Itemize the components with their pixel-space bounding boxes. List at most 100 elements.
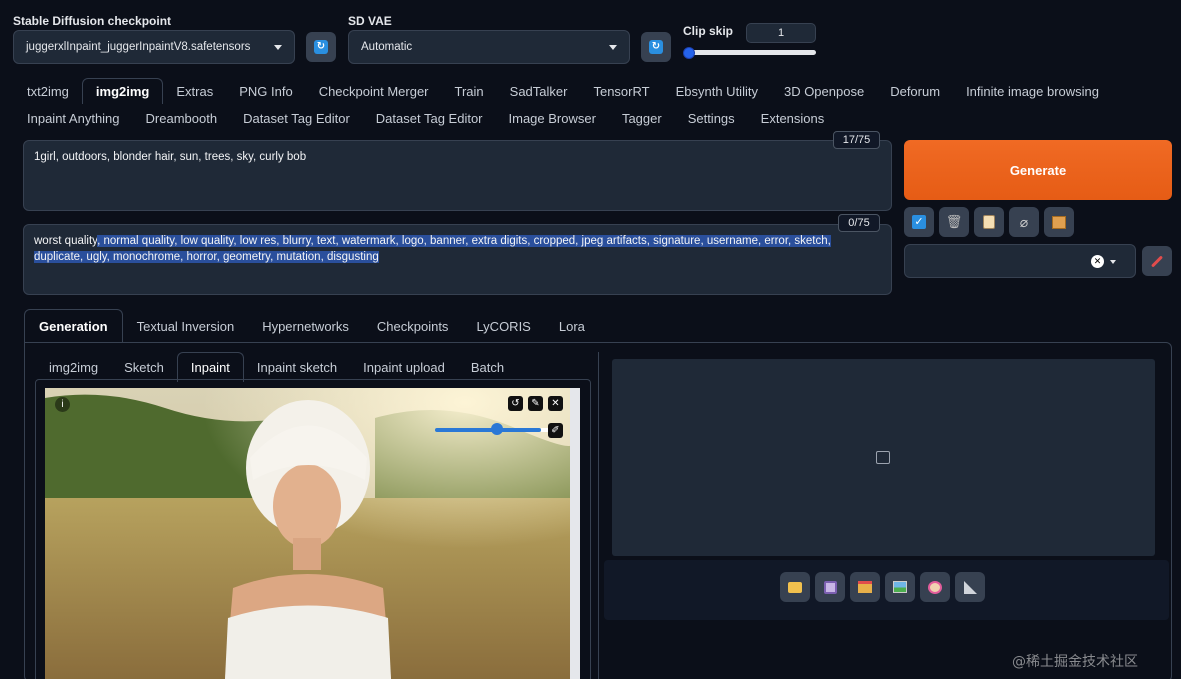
clip-skip-slider[interactable]: [685, 50, 816, 55]
clipboard-button[interactable]: [974, 207, 1004, 237]
refresh-icon: ↻: [314, 40, 328, 54]
paperclip-icon: ⌀: [1019, 213, 1029, 230]
subtab-inpaint-upload[interactable]: Inpaint upload: [350, 352, 458, 382]
refresh-icon: ↻: [649, 40, 663, 54]
tab-extensions[interactable]: Extensions: [748, 105, 838, 131]
image-icon: [893, 581, 907, 593]
tab-generation[interactable]: Generation: [24, 309, 123, 343]
tab-img2img[interactable]: img2img: [81, 78, 164, 104]
tab-png-info[interactable]: PNG Info: [226, 78, 305, 104]
image-placeholder-icon: [876, 451, 890, 464]
negative-prompt-selected-text: , normal quality, low quality, low res, …: [34, 235, 831, 263]
palette-icon: [928, 580, 942, 594]
box-icon: [1052, 215, 1066, 229]
column-divider: [598, 352, 599, 679]
send-to-img2img-button[interactable]: [885, 572, 915, 602]
tab-lycoris[interactable]: LyCORIS: [462, 309, 544, 343]
checkpoint-dropdown[interactable]: juggerxlInpaint_juggerInpaintV8.safetens…: [13, 30, 295, 64]
clipboard-icon: [983, 215, 995, 229]
ruler-icon: [963, 580, 977, 594]
vae-dropdown[interactable]: Automatic: [348, 30, 630, 64]
eraser-icon[interactable]: ✎: [528, 396, 543, 411]
prompt-text: 1girl, outdoors, blonder hair, sun, tree…: [34, 151, 307, 163]
zip-button[interactable]: [850, 572, 880, 602]
paintbrush-icon: [1150, 254, 1164, 268]
generate-button[interactable]: Generate: [904, 140, 1172, 200]
send-to-extras-button[interactable]: [955, 572, 985, 602]
checkpoint-label: Stable Diffusion checkpoint: [13, 14, 172, 28]
chevron-down-icon: [274, 44, 282, 50]
clear-icon[interactable]: ✕: [1091, 255, 1104, 268]
clip-skip-label: Clip skip: [683, 24, 734, 38]
zip-icon: [858, 581, 872, 593]
clip-skip-number[interactable]: 1: [746, 23, 816, 43]
vae-value: Automatic: [361, 41, 413, 53]
subtab-img2img[interactable]: img2img: [36, 352, 111, 382]
tab-train[interactable]: Train: [442, 78, 497, 104]
open-folder-button[interactable]: [780, 572, 810, 602]
interrupt-checkbox-button[interactable]: ✓: [904, 207, 934, 237]
canvas-scrollbar[interactable]: [570, 388, 580, 679]
tab-textual-inversion[interactable]: Textual Inversion: [123, 309, 249, 343]
checkpoint-value: juggerxlInpaint_juggerInpaintV8.safetens…: [26, 41, 251, 53]
subtab-batch[interactable]: Batch: [458, 352, 517, 382]
save-button[interactable]: [815, 572, 845, 602]
tab-checkpoints[interactable]: Checkpoints: [363, 309, 463, 343]
paperclip-button[interactable]: ⌀: [1009, 207, 1039, 237]
subtab-inpaint-sketch[interactable]: Inpaint sketch: [244, 352, 350, 382]
negative-prompt-token-counter: 0/75: [838, 214, 880, 232]
prompt-input[interactable]: 1girl, outdoors, blonder hair, sun, tree…: [23, 140, 892, 211]
box-button[interactable]: [1044, 207, 1074, 237]
image-mode-tabs: img2img Sketch Inpaint Inpaint sketch In…: [36, 352, 517, 382]
tab-infinite-image-browsing[interactable]: Infinite image browsing: [953, 78, 1112, 104]
main-tabs-row1: txt2img img2img Extras PNG Info Checkpoi…: [14, 78, 1112, 104]
vae-refresh-button[interactable]: ↻: [641, 32, 671, 62]
vae-label: SD VAE: [348, 14, 392, 28]
undo-icon[interactable]: ↺: [508, 396, 523, 411]
tab-checkpoint-merger[interactable]: Checkpoint Merger: [306, 78, 442, 104]
tab-image-browser[interactable]: Image Browser: [496, 105, 609, 131]
tab-3d-openpose[interactable]: 3D Openpose: [771, 78, 877, 104]
send-to-inpaint-button[interactable]: [920, 572, 950, 602]
checkpoint-refresh-button[interactable]: ↻: [306, 32, 336, 62]
tab-dataset-tag-editor[interactable]: Dataset Tag Editor: [230, 105, 363, 131]
trash-icon: 🗑: [945, 214, 963, 229]
trash-button[interactable]: 🗑: [939, 207, 969, 237]
folder-icon: [788, 581, 802, 593]
close-icon[interactable]: ✕: [548, 396, 563, 411]
brush-icon[interactable]: ✐: [548, 423, 563, 438]
chevron-down-icon: [609, 44, 617, 50]
watermark: @稀土掘金技术社区: [1012, 654, 1138, 670]
main-tabs-row2: Inpaint Anything Dreambooth Dataset Tag …: [14, 105, 837, 131]
tab-ebsynth-utility[interactable]: Ebsynth Utility: [663, 78, 771, 104]
tab-tensorrt[interactable]: TensorRT: [580, 78, 662, 104]
tab-settings[interactable]: Settings: [675, 105, 748, 131]
prompt-token-counter: 17/75: [833, 131, 880, 149]
subtab-inpaint[interactable]: Inpaint: [176, 352, 244, 382]
clip-skip-slider-handle[interactable]: [683, 47, 695, 59]
tab-tagger[interactable]: Tagger: [609, 105, 675, 131]
apply-style-button[interactable]: [1142, 246, 1172, 276]
output-gallery: [612, 359, 1155, 556]
brush-size-slider[interactable]: [435, 428, 541, 432]
tab-txt2img[interactable]: txt2img: [14, 78, 82, 104]
tab-dataset-tag-editor-2[interactable]: Dataset Tag Editor: [363, 105, 496, 131]
styles-select[interactable]: ✕: [904, 244, 1136, 278]
tab-hypernetworks[interactable]: Hypernetworks: [248, 309, 363, 343]
brush-size-handle[interactable]: [491, 423, 503, 435]
tab-inpaint-anything[interactable]: Inpaint Anything: [14, 105, 133, 131]
subtab-sketch[interactable]: Sketch: [111, 352, 177, 382]
chevron-down-icon: [1110, 260, 1116, 264]
save-icon: [823, 580, 837, 594]
negative-prompt-input[interactable]: worst quality, normal quality, low quali…: [23, 224, 892, 295]
tab-deforum[interactable]: Deforum: [877, 78, 953, 104]
inpaint-canvas[interactable]: i ↺ ✎ ✕ ✐: [45, 388, 580, 679]
tab-lora[interactable]: Lora: [545, 309, 599, 343]
checkbox-icon: ✓: [912, 215, 926, 229]
info-icon[interactable]: i: [55, 397, 70, 412]
tab-sadtalker[interactable]: SadTalker: [497, 78, 581, 104]
tab-dreambooth[interactable]: Dreambooth: [133, 105, 231, 131]
tab-extras[interactable]: Extras: [163, 78, 226, 104]
negative-prompt-text: worst quality: [34, 235, 98, 247]
generation-tabs: Generation Textual Inversion Hypernetwor…: [24, 309, 599, 343]
